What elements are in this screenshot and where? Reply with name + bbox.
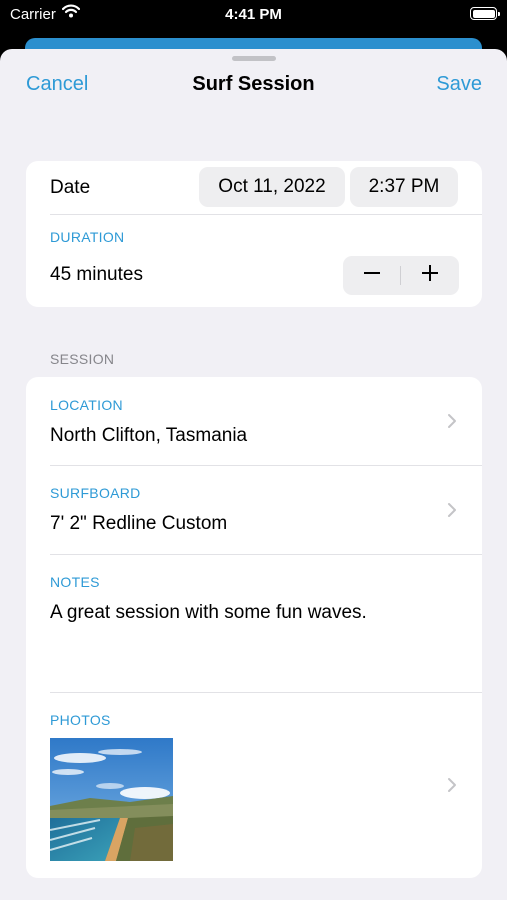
duration-value: 45 minutes — [50, 264, 143, 285]
notes-text[interactable]: A great session with some fun waves. — [50, 602, 367, 624]
plus-icon — [421, 264, 439, 287]
duration-stepper — [343, 256, 459, 295]
page-title: Surf Session — [192, 73, 315, 95]
chevron-right-icon — [447, 777, 457, 798]
modal-sheet: Cancel Surf Session Save Date Oct 11, 20… — [0, 49, 507, 900]
surfboard-value: 7' 2" Redline Custom — [50, 513, 228, 534]
minus-icon — [363, 264, 381, 287]
divider — [50, 214, 482, 215]
photo-thumbnail[interactable] — [50, 738, 173, 861]
location-caption: LOCATION — [50, 397, 123, 413]
time-picker-button[interactable]: 2:37 PM — [350, 167, 458, 207]
location-value: North Clifton, Tasmania — [50, 425, 248, 446]
location-row[interactable]: LOCATION North Clifton, Tasmania — [26, 377, 482, 465]
datetime-card: Date Oct 11, 2022 2:37 PM DURATION 45 mi… — [26, 161, 482, 307]
notes-caption: NOTES — [50, 574, 100, 590]
session-card: LOCATION North Clifton, Tasmania SURFBOA… — [26, 377, 482, 878]
section-header-session: SESSION — [50, 351, 115, 367]
surfboard-row[interactable]: SURFBOARD 7' 2" Redline Custom — [26, 466, 482, 554]
battery-icon — [470, 7, 500, 20]
status-time: 4:41 PM — [225, 6, 282, 23]
surfboard-caption: SURFBOARD — [50, 485, 141, 501]
date-label: Date — [50, 177, 91, 198]
sheet-grabber[interactable] — [232, 56, 276, 61]
chevron-right-icon — [447, 413, 457, 434]
decrement-button[interactable] — [343, 256, 401, 295]
save-button[interactable]: Save — [436, 73, 482, 96]
increment-button[interactable] — [401, 256, 459, 295]
chevron-right-icon — [447, 502, 457, 523]
photos-caption: PHOTOS — [50, 712, 111, 728]
divider — [50, 554, 482, 555]
status-bar: Carrier 4:41 PM — [0, 0, 507, 30]
date-picker-button[interactable]: Oct 11, 2022 — [199, 167, 345, 207]
duration-caption: DURATION — [50, 229, 125, 245]
